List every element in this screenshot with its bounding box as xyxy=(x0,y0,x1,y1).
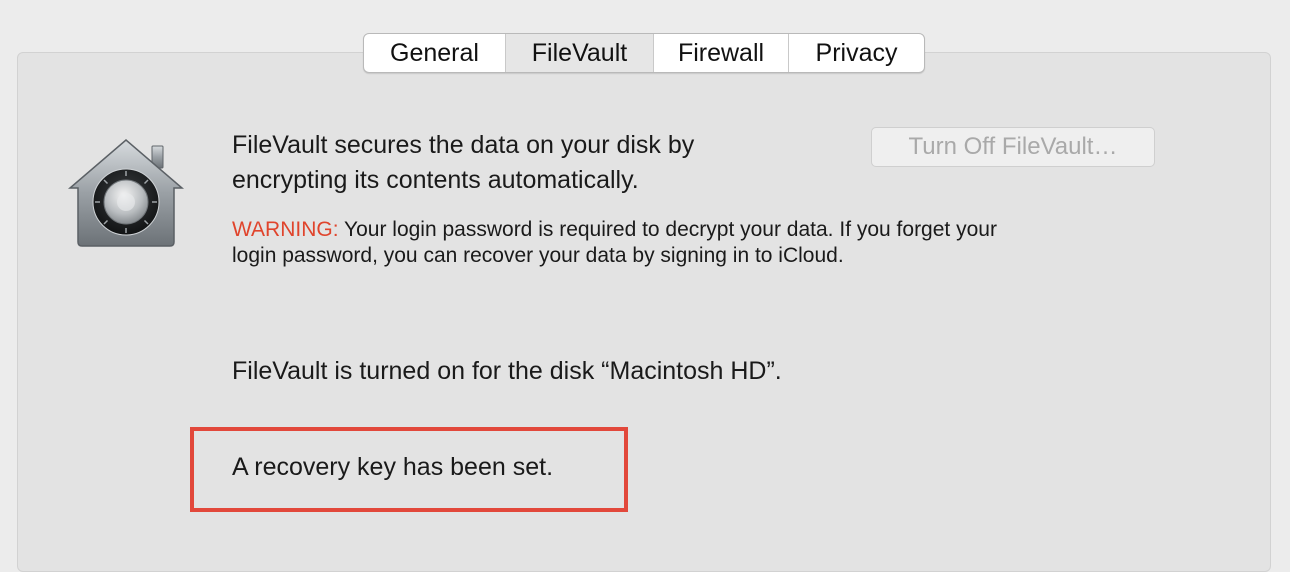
filevault-description: FileVault secures the data on your disk … xyxy=(232,128,792,198)
turn-off-filevault-button[interactable]: Turn Off FileVault… xyxy=(871,127,1155,167)
tab-firewall[interactable]: Firewall xyxy=(654,34,789,72)
description-line-1: FileVault secures the data on your disk … xyxy=(232,131,695,159)
tab-bar: General FileVault Firewall Privacy xyxy=(363,33,925,73)
tab-privacy[interactable]: Privacy xyxy=(789,34,924,72)
warning-text-line-1: Your login password is required to decry… xyxy=(338,218,997,241)
description-line-2: encrypting its contents automatically. xyxy=(232,166,639,194)
recovery-highlight-box xyxy=(190,427,628,512)
warning-text-line-2: login password, you can recover your dat… xyxy=(232,244,844,267)
tab-filevault[interactable]: FileVault xyxy=(506,34,654,72)
warning-label: WARNING: xyxy=(232,218,339,241)
warning-message: WARNING: Your login password is required… xyxy=(232,217,1132,269)
filevault-status-text: FileVault is turned on for the disk “Mac… xyxy=(232,357,782,385)
filevault-safe-icon xyxy=(66,136,186,248)
tab-general[interactable]: General xyxy=(364,34,506,72)
